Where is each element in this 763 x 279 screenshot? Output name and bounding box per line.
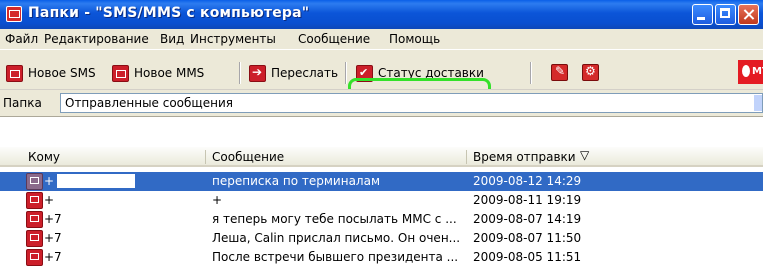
outgoing-message-icon: [26, 173, 43, 190]
folder-value: Отправленные сообщения: [65, 96, 233, 110]
sort-desc-icon: ▽: [580, 148, 590, 162]
window-title: Папки - "SMS/MMS с компьютера": [28, 5, 310, 21]
column-divider[interactable]: [466, 150, 467, 164]
list-header: Кому Сообщение Время отправки ▽: [0, 147, 763, 167]
toolbar-divider: [530, 62, 532, 84]
mms-icon: [112, 64, 129, 82]
row-message: я теперь могу тебе посылать ММС с ...: [212, 212, 457, 226]
close-button[interactable]: [738, 4, 759, 25]
row-to: +7: [44, 212, 62, 226]
settings-icon[interactable]: [582, 64, 599, 81]
row-to: +7: [44, 250, 62, 264]
chevron-down-icon[interactable]: [754, 95, 762, 111]
row-to: +: [44, 193, 55, 207]
egg-icon: [742, 65, 750, 77]
forward-button[interactable]: Переслать: [249, 64, 338, 82]
folder-bar: Папка Отправленные сообщения: [0, 89, 763, 116]
title-bar: Папки - "SMS/MMS с компьютера": [0, 0, 763, 29]
row-time: 2009-08-11 19:19: [473, 193, 582, 207]
column-sent-time[interactable]: Время отправки: [473, 150, 576, 164]
column-to[interactable]: Кому: [28, 150, 60, 164]
row-message: После встречи бывшего президента ...: [212, 250, 459, 264]
minimize-button[interactable]: [692, 4, 713, 25]
folder-dropdown[interactable]: Отправленные сообщения: [60, 93, 763, 113]
row-time: 2009-08-07 14:19: [473, 212, 582, 226]
new-sms-label: Новое SMS: [28, 66, 96, 80]
row-time: 2009-08-07 11:50: [473, 231, 582, 245]
new-mms-label: Новое MMS: [134, 66, 205, 80]
table-row[interactable]: +7 После встречи бывшего президента ... …: [0, 248, 763, 267]
message-list: Кому Сообщение Время отправки ▽ + перепи…: [0, 116, 763, 279]
toolbar-divider: [239, 62, 241, 84]
operator-logo: МТ: [738, 60, 763, 84]
menu-tools[interactable]: Инструменты: [190, 32, 276, 46]
edit-icon[interactable]: [551, 64, 568, 81]
column-message[interactable]: Сообщение: [212, 150, 284, 164]
table-row[interactable]: +7 я теперь могу тебе посылать ММС с ...…: [0, 210, 763, 229]
outgoing-message-icon: [26, 249, 43, 266]
column-divider[interactable]: [205, 150, 206, 164]
menu-edit[interactable]: Редактирование: [44, 32, 149, 46]
row-time: 2009-08-05 11:51: [473, 250, 582, 264]
row-message: переписка по терминалам: [212, 174, 381, 188]
sms-icon: [6, 64, 23, 82]
menu-bar: Файл Редактирование Вид Инструменты Сооб…: [0, 29, 763, 49]
outgoing-message-icon: [26, 211, 43, 228]
folder-label: Папка: [3, 96, 42, 110]
row-time: 2009-08-12 14:29: [473, 174, 582, 188]
new-mms-button[interactable]: Новое MMS: [112, 64, 204, 82]
forward-icon: [249, 64, 266, 82]
forward-label: Переслать: [271, 66, 339, 80]
table-row[interactable]: +7 Леша, Calin прислал письмо. Он очен..…: [0, 229, 763, 248]
outgoing-message-icon: [26, 192, 43, 209]
menu-message[interactable]: Сообщение: [298, 32, 370, 46]
app-mail-icon[interactable]: [6, 6, 22, 22]
row-to: +: [44, 174, 55, 188]
menu-file[interactable]: Файл: [5, 32, 38, 46]
row-message: Леша, Calin прислал письмо. Он очен...: [212, 231, 461, 245]
maximize-button[interactable]: [715, 4, 736, 25]
new-sms-button[interactable]: Новое SMS: [6, 64, 96, 82]
outgoing-message-icon: [26, 230, 43, 247]
row-message: +: [212, 193, 223, 207]
table-row[interactable]: + переписка по терминалам 2009-08-12 14:…: [0, 172, 763, 191]
redacted-box: [57, 174, 135, 188]
menu-help[interactable]: Помощь: [389, 32, 440, 46]
menu-view[interactable]: Вид: [160, 32, 184, 46]
toolbar-divider: [345, 62, 347, 84]
logo-text: МТ: [752, 66, 763, 77]
row-to: +7: [44, 231, 62, 245]
table-row[interactable]: + + 2009-08-11 19:19: [0, 191, 763, 210]
